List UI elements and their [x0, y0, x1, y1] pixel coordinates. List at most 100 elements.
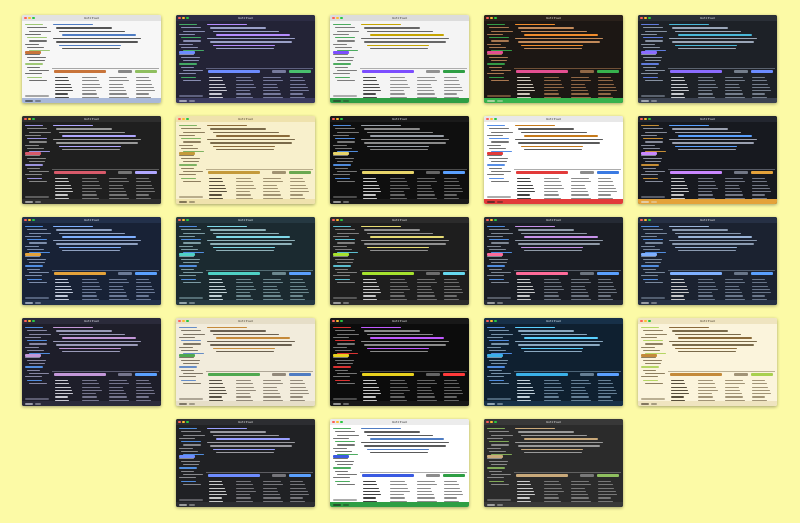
file-tree-item[interactable] [491, 434, 513, 436]
status-badge[interactable] [597, 171, 619, 174]
file-tree-item[interactable] [645, 333, 667, 335]
status-tab[interactable] [179, 301, 187, 304]
file-tree-item[interactable] [491, 141, 509, 143]
theme-preview-window[interactable]: Untitled [22, 318, 161, 406]
file-tree-item[interactable] [27, 268, 40, 270]
window-control-dot[interactable] [28, 218, 31, 221]
status-tab[interactable] [651, 402, 657, 405]
file-tree-item[interactable] [179, 477, 196, 479]
file-tree-item[interactable] [641, 327, 659, 329]
file-tree-item[interactable] [25, 144, 39, 146]
status-tab[interactable] [25, 402, 33, 405]
selected-tree-item[interactable] [487, 354, 503, 357]
file-tree[interactable] [179, 327, 205, 396]
selected-tree-item[interactable] [179, 51, 195, 54]
file-tree-item[interactable] [491, 60, 507, 62]
window-controls[interactable] [486, 117, 497, 120]
theme-preview-window[interactable]: Untitled [638, 116, 777, 204]
file-tree-item[interactable] [337, 473, 357, 476]
selected-tree-item[interactable] [179, 455, 195, 458]
file-tree-item[interactable] [487, 125, 505, 127]
file-tree[interactable] [25, 327, 51, 396]
file-tree[interactable] [487, 226, 513, 295]
file-tree[interactable] [641, 226, 667, 295]
selected-tree-item[interactable] [487, 51, 503, 54]
file-tree-item[interactable] [183, 363, 199, 365]
file-tree-item[interactable] [335, 157, 354, 159]
theme-preview-window[interactable]: Untitled [22, 217, 161, 305]
file-tree-item[interactable] [179, 245, 193, 247]
file-tree-item[interactable] [181, 450, 198, 453]
file-tree-item[interactable] [181, 340, 201, 342]
file-tree-item[interactable] [179, 144, 193, 146]
window-controls[interactable] [332, 16, 343, 19]
file-tree-item[interactable] [27, 128, 47, 130]
file-tree-item[interactable] [29, 180, 47, 182]
file-tree-item[interactable] [333, 366, 351, 368]
file-tree-item[interactable] [25, 336, 41, 339]
file-tree-item[interactable] [489, 379, 504, 381]
file-tree-item[interactable] [183, 262, 199, 264]
file-tree-item[interactable] [337, 444, 355, 446]
file-tree-item[interactable] [491, 131, 513, 133]
file-tree-item[interactable] [181, 56, 200, 58]
file-tree-item[interactable] [641, 245, 655, 247]
file-tree-item[interactable] [333, 265, 351, 267]
code-editor[interactable] [669, 327, 773, 357]
file-tree-item[interactable] [641, 336, 657, 339]
file-tree-item[interactable] [487, 33, 503, 36]
file-tree[interactable] [641, 327, 667, 396]
file-tree-item[interactable] [29, 30, 51, 32]
file-tree-item[interactable] [337, 333, 359, 335]
file-tree-item[interactable] [645, 60, 661, 62]
filter-dropdown[interactable] [118, 373, 132, 376]
file-tree-item[interactable] [179, 63, 197, 65]
file-tree-item[interactable] [489, 460, 508, 462]
status-tab[interactable] [189, 200, 195, 203]
file-tree-item[interactable] [641, 63, 659, 65]
theme-preview-window[interactable]: Untitled [330, 15, 469, 103]
file-tree-item[interactable] [25, 265, 43, 267]
selected-tree-item[interactable] [25, 253, 41, 256]
theme-preview-window[interactable]: Untitled [638, 318, 777, 406]
filter-dropdown[interactable] [426, 474, 440, 477]
file-tree-item[interactable] [643, 138, 663, 140]
file-tree-item[interactable] [335, 138, 355, 140]
file-tree-item[interactable] [179, 164, 197, 166]
status-tab[interactable] [497, 200, 503, 203]
file-tree-item[interactable] [491, 262, 507, 264]
file-tree-item[interactable] [181, 229, 201, 231]
status-badge[interactable] [751, 171, 773, 174]
file-tree-item[interactable] [491, 464, 507, 466]
file-tree-item[interactable] [25, 24, 43, 26]
file-tree-item[interactable] [333, 477, 350, 479]
status-tab[interactable] [497, 301, 503, 304]
file-tree-item[interactable] [487, 265, 505, 267]
selected-tree-item[interactable] [333, 152, 349, 155]
file-tree-item[interactable] [335, 460, 354, 462]
file-tree[interactable] [487, 428, 513, 497]
status-badge[interactable] [597, 272, 619, 275]
file-tree-item[interactable] [181, 177, 196, 179]
window-controls[interactable] [24, 117, 35, 120]
selected-tree-item[interactable] [641, 51, 657, 54]
window-control-dot[interactable] [24, 319, 27, 322]
file-tree-item[interactable] [183, 333, 205, 335]
file-tree-item[interactable] [183, 170, 203, 173]
status-tab[interactable] [189, 402, 195, 405]
file-tree-item[interactable] [337, 242, 355, 244]
file-tree-item[interactable] [643, 56, 662, 58]
status-badge[interactable] [597, 373, 619, 376]
window-control-dot[interactable] [182, 218, 185, 221]
window-control-dot[interactable] [332, 420, 335, 423]
window-control-dot[interactable] [340, 117, 343, 120]
selected-tree-item[interactable] [487, 253, 503, 256]
file-tree-item[interactable] [335, 268, 348, 270]
file-tree[interactable] [25, 24, 51, 93]
theme-preview-window[interactable]: Untitled [176, 15, 315, 103]
file-tree-item[interactable] [487, 245, 501, 247]
selected-tree-item[interactable] [25, 51, 41, 54]
file-tree-item[interactable] [27, 258, 46, 260]
file-tree-item[interactable] [333, 73, 350, 75]
filter-dropdown[interactable] [580, 474, 594, 477]
